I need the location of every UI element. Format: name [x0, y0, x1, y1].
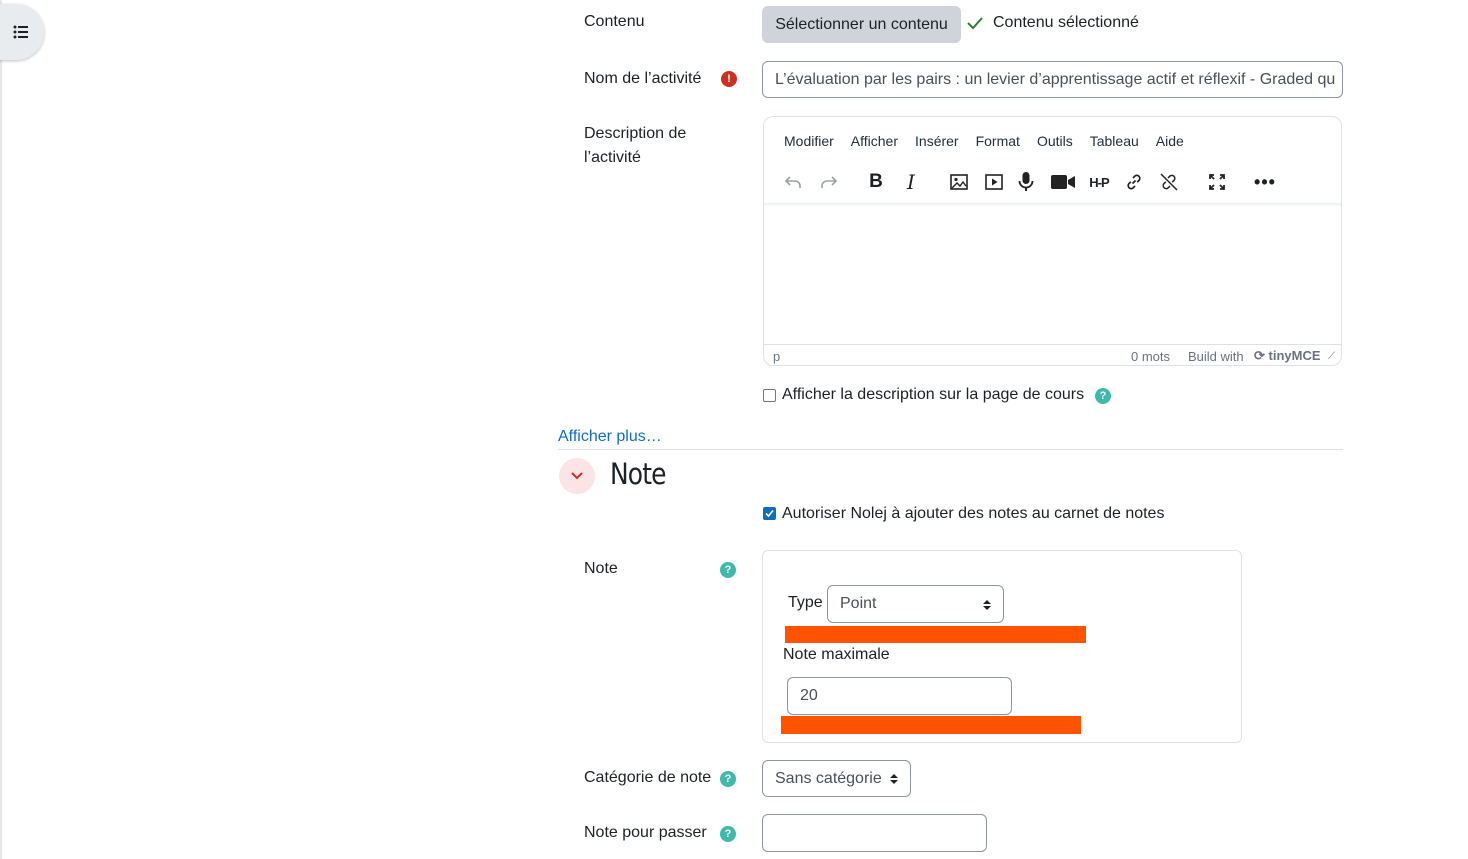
content-label: Contenu — [584, 13, 645, 30]
grade-type-label: Type — [788, 594, 823, 611]
help-icon[interactable]: ? — [720, 826, 736, 842]
select-arrows-icon — [983, 600, 991, 610]
grade-category-value: Sans catégorie — [775, 769, 882, 787]
resize-handle[interactable]: ⟋ — [1328, 351, 1335, 362]
bold-icon: B — [869, 171, 883, 192]
menu-afficher[interactable]: Afficher — [851, 133, 898, 149]
editor-menubar: Modifier Afficher Insérer Format Outils … — [784, 133, 1201, 149]
pass-grade-label: Note pour passer — [584, 824, 707, 841]
max-grade-input[interactable]: 20 — [787, 677, 1012, 715]
help-icon[interactable]: ? — [720, 771, 736, 787]
editor-toolbar: B I H-P ••• — [764, 167, 1341, 205]
content-selected-status: Contenu sélectionné — [993, 14, 1139, 31]
unlink-button[interactable] — [1154, 167, 1184, 197]
undo-button[interactable] — [778, 167, 808, 197]
word-count[interactable]: 0 mots — [1131, 349, 1170, 364]
microphone-icon — [1018, 172, 1034, 191]
section-title: Note — [610, 457, 666, 491]
element-path[interactable]: p — [773, 349, 780, 364]
select-content-button[interactable]: Sélectionner un contenu — [762, 6, 961, 43]
bold-button[interactable]: B — [861, 167, 891, 197]
grade-label: Note — [584, 560, 618, 577]
section-collapse-button[interactable] — [559, 458, 595, 494]
activity-name-label: Nom de l’activité — [584, 70, 702, 87]
help-icon[interactable]: ? — [1095, 388, 1111, 404]
grade-type-select[interactable]: Point — [827, 585, 1004, 623]
list-icon — [13, 25, 28, 39]
redacted-area — [785, 626, 1086, 643]
check-icon — [765, 509, 774, 518]
tinymce-logo[interactable]: ⟳ tinyMCE — [1254, 348, 1321, 364]
more-icon: ••• — [1254, 171, 1276, 192]
italic-icon: I — [907, 170, 915, 194]
media-button[interactable] — [979, 167, 1009, 197]
redo-icon — [821, 176, 838, 188]
link-button[interactable] — [1119, 167, 1149, 197]
check-icon — [967, 17, 983, 30]
max-grade-label: Note maximale — [783, 646, 890, 663]
show-description-checkbox[interactable] — [763, 389, 776, 402]
menu-format[interactable]: Format — [976, 133, 1020, 149]
description-label-line1: Description de — [584, 125, 687, 142]
video-icon — [1051, 175, 1075, 189]
left-border — [0, 0, 2, 859]
redo-button[interactable] — [814, 167, 844, 197]
menu-tableau[interactable]: Tableau — [1090, 133, 1139, 149]
select-arrows-icon — [890, 774, 898, 784]
activity-name-input[interactable]: L’évaluation par les pairs : un levier d… — [762, 61, 1343, 98]
grade-type-value: Point — [840, 595, 877, 612]
show-more-link[interactable]: Afficher plus… — [558, 428, 662, 446]
error-icon: ! — [721, 71, 737, 87]
record-audio-button[interactable] — [1011, 167, 1041, 197]
help-icon[interactable]: ? — [720, 562, 736, 578]
description-editor: Modifier Afficher Insérer Format Outils … — [763, 116, 1342, 366]
editor-statusbar: p 0 mots Build with ⟳ tinyMCE ⟋ — [764, 344, 1341, 365]
undo-icon — [784, 176, 801, 188]
more-button[interactable]: ••• — [1250, 167, 1280, 197]
italic-button[interactable]: I — [896, 167, 926, 197]
image-icon — [950, 174, 968, 190]
grade-category-select[interactable]: Sans catégorie — [762, 760, 911, 797]
menu-aide[interactable]: Aide — [1156, 133, 1184, 149]
menu-modifier[interactable]: Modifier — [784, 133, 834, 149]
show-description-label: Afficher la description sur la page de c… — [782, 386, 1085, 403]
allow-grades-checkbox[interactable] — [763, 507, 776, 520]
tinymce-brand: tinyMCE — [1268, 348, 1321, 363]
menu-outils[interactable]: Outils — [1037, 133, 1073, 149]
editor-content-area[interactable] — [764, 207, 1341, 344]
menu-inserer[interactable]: Insérer — [915, 133, 959, 149]
link-icon — [1127, 174, 1141, 190]
chevron-down-icon — [571, 472, 583, 480]
record-video-button[interactable] — [1048, 167, 1078, 197]
fullscreen-icon — [1209, 174, 1225, 190]
build-with-text: Build with — [1188, 349, 1244, 364]
unlink-icon — [1160, 173, 1178, 191]
h5p-button[interactable]: H-P — [1084, 167, 1114, 197]
course-index-toggle[interactable] — [0, 4, 44, 60]
h5p-icon: H-P — [1089, 174, 1109, 190]
description-label-line2: l’activité — [584, 149, 641, 166]
section-divider — [558, 449, 1343, 450]
pass-grade-input[interactable] — [762, 814, 987, 852]
image-button[interactable] — [944, 167, 974, 197]
fullscreen-button[interactable] — [1202, 167, 1232, 197]
allow-grades-label: Autoriser Nolej à ajouter des notes au c… — [782, 505, 1165, 522]
grade-category-label: Catégorie de note — [584, 769, 712, 786]
media-icon — [985, 174, 1003, 190]
redacted-area — [781, 716, 1081, 734]
